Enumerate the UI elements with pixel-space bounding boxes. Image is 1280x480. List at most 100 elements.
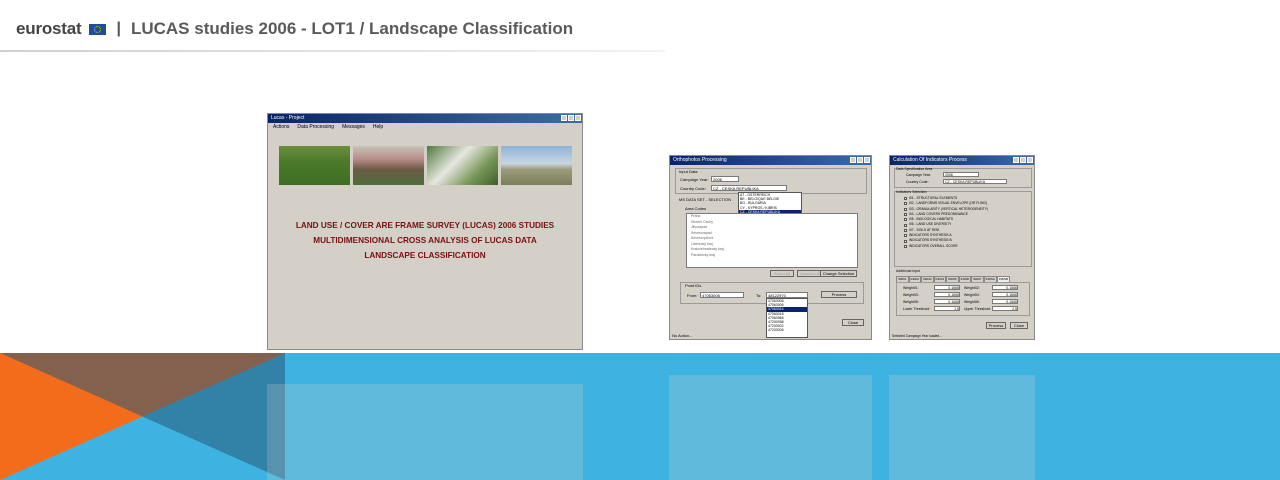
additional-input-label: Additional Input (896, 269, 921, 273)
area-codes-tree[interactable]: Praha Stredni Cechy Jihozapad Severozapa… (686, 213, 858, 268)
dark-triangle (0, 353, 285, 480)
weight01-label: Weight01: (903, 286, 919, 290)
lower-threshold-field[interactable]: 1.5 (934, 306, 960, 311)
indicators-selection-label: Indicators Selection (896, 190, 927, 194)
project-window-title: Lucas - Project (271, 115, 305, 121)
photo-trees (427, 146, 498, 185)
eurostat-logo: eurostat (16, 19, 82, 38)
menu-actions[interactable]: Actions (273, 123, 289, 132)
point-ids-label: Point IDs (685, 283, 702, 288)
photo-orchard (353, 146, 424, 185)
project-titlebar: Lucas - Project (268, 114, 582, 123)
project-line-2: MULTIDIMENSIONAL CROSS ANALYSIS OF LUCAS… (313, 236, 537, 245)
weight04-label: Weight04: (964, 293, 980, 297)
process-button[interactable]: Process (986, 322, 1006, 329)
header: eurostat | LUCAS studies 2006 - LOT1 / L… (16, 16, 573, 42)
country-code-select[interactable]: CZ - CESKA REPUBLIKA (943, 179, 1007, 184)
upper-threshold-field[interactable]: 2.5 (992, 306, 1018, 311)
indicators-window-title: Calculation Of Indicators Process (893, 157, 967, 163)
status-bar: No Action... (672, 333, 693, 338)
project-menubar: Actions Data Processing Messages Help (268, 123, 582, 132)
checkbox-icon[interactable] (904, 234, 907, 238)
header-separator: | (116, 20, 121, 37)
checkbox-icon[interactable] (904, 218, 907, 222)
country-code-label: Country Code: (680, 186, 706, 191)
photo-landscape (501, 146, 572, 185)
close-icon[interactable] (864, 157, 870, 163)
campaign-year-select[interactable]: 2006 (943, 172, 979, 177)
close-button[interactable]: Close (1010, 322, 1028, 329)
reflection-project (267, 384, 583, 480)
minimize-icon[interactable] (850, 157, 856, 163)
process-button[interactable]: Process (821, 291, 857, 298)
indicator-checkbox[interactable]: INDICATORS OVERALL SCORE (904, 244, 988, 249)
lower-threshold-label: Lower Threshold: (903, 307, 930, 311)
close-button[interactable]: Close (842, 319, 864, 326)
campaign-year-label: Campaign Year: (906, 173, 931, 177)
weight02-label: Weight02: (964, 286, 980, 290)
menu-help[interactable]: Help (373, 123, 383, 132)
data-spec-panel (894, 168, 1032, 188)
menu-data-processing[interactable]: Data Processing (297, 123, 334, 132)
point-option[interactable]: 47203006 (767, 328, 807, 332)
area-codes-label: Area Codes (685, 206, 707, 211)
from-label: From: (687, 293, 698, 298)
weight05-field[interactable]: 0.1666 (934, 299, 960, 304)
checkbox-icon[interactable] (904, 223, 907, 227)
reflection-indicators (889, 375, 1035, 480)
photo-strip (279, 146, 572, 185)
weight04-field[interactable]: 0.1666 (992, 292, 1018, 297)
country-code-label: Country Code: (906, 180, 929, 184)
orthophotos-window: Orthophotos Processing Input Data Campai… (669, 155, 872, 340)
to-label: To: (756, 293, 762, 298)
status-bar: Selected Campaign Year loaded... (892, 334, 942, 338)
checkbox-icon[interactable] (904, 228, 907, 232)
reflection-ortho (669, 375, 872, 480)
weight06-label: Weight06: (964, 300, 980, 304)
close-icon[interactable] (1027, 157, 1033, 163)
weight06-field[interactable]: 0.1666 (992, 299, 1018, 304)
weight03-field[interactable]: 0.1666 (934, 292, 960, 297)
project-line-1: LAND USE / COVER ARE FRAME SURVEY (LUCAS… (295, 221, 555, 230)
country-code-select[interactable]: CZ - CESKA REPUBLIKA (711, 185, 787, 191)
weight01-field[interactable]: 0.1666 (934, 285, 960, 290)
campaign-year-label: Campaign Year: (680, 177, 709, 182)
weight02-field[interactable]: 0.1666 (992, 285, 1018, 290)
page-title: LUCAS studies 2006 - LOT1 / Landscape Cl… (130, 19, 574, 38)
checkbox-icon[interactable] (904, 244, 907, 248)
ortho-titlebar: Orthophotos Processing (670, 156, 871, 165)
photo-field (279, 146, 350, 185)
maximize-icon[interactable] (568, 115, 574, 121)
select-all-button[interactable]: Select All (770, 270, 794, 277)
indicators-list: I01 - STRUCTURAL ELEMENTS I02 - LANDFORM… (904, 196, 988, 249)
minimize-icon[interactable] (1013, 157, 1019, 163)
change-selection-button[interactable]: Change Selection (820, 270, 857, 277)
checkbox-icon[interactable] (904, 207, 907, 211)
project-window: Lucas - Project Actions Data Processing … (267, 113, 583, 350)
weight03-label: Weight03: (903, 293, 919, 297)
tree-item[interactable]: Pardubicky kraj (691, 253, 857, 259)
checkbox-icon[interactable] (904, 202, 907, 206)
campaign-year-select[interactable]: 2006 (711, 176, 739, 182)
checkbox-icon[interactable] (904, 213, 907, 217)
ortho-window-title: Orthophotos Processing (673, 157, 727, 163)
maximize-icon[interactable] (857, 157, 863, 163)
eu-flag-icon (89, 23, 107, 35)
upper-threshold-label: Upper Threshold: (964, 307, 991, 311)
to-dropdown-list[interactable]: 47063006 47063006 47063014 47063018 4706… (766, 298, 808, 338)
from-select[interactable]: 47063006 (700, 292, 744, 298)
close-icon[interactable] (575, 115, 581, 121)
ms-data-set-tab[interactable]: MS DATA SET - SELECTION (679, 197, 731, 202)
indicators-titlebar: Calculation Of Indicators Process (890, 156, 1034, 165)
minimize-icon[interactable] (561, 115, 567, 121)
checkbox-icon[interactable] (904, 197, 907, 201)
menu-messages[interactable]: Messages (342, 123, 365, 132)
project-line-3: LANDSCAPE CLASSIFICATION (364, 251, 486, 260)
weight05-label: Weight05: (903, 300, 919, 304)
input-data-label: Input Data (679, 169, 698, 174)
project-description: LAND USE / COVER ARE FRAME SURVEY (LUCAS… (268, 218, 582, 263)
header-divider (0, 50, 665, 52)
maximize-icon[interactable] (1020, 157, 1026, 163)
indicators-window: Calculation Of Indicators Process Data S… (889, 155, 1035, 340)
checkbox-icon[interactable] (904, 239, 907, 243)
